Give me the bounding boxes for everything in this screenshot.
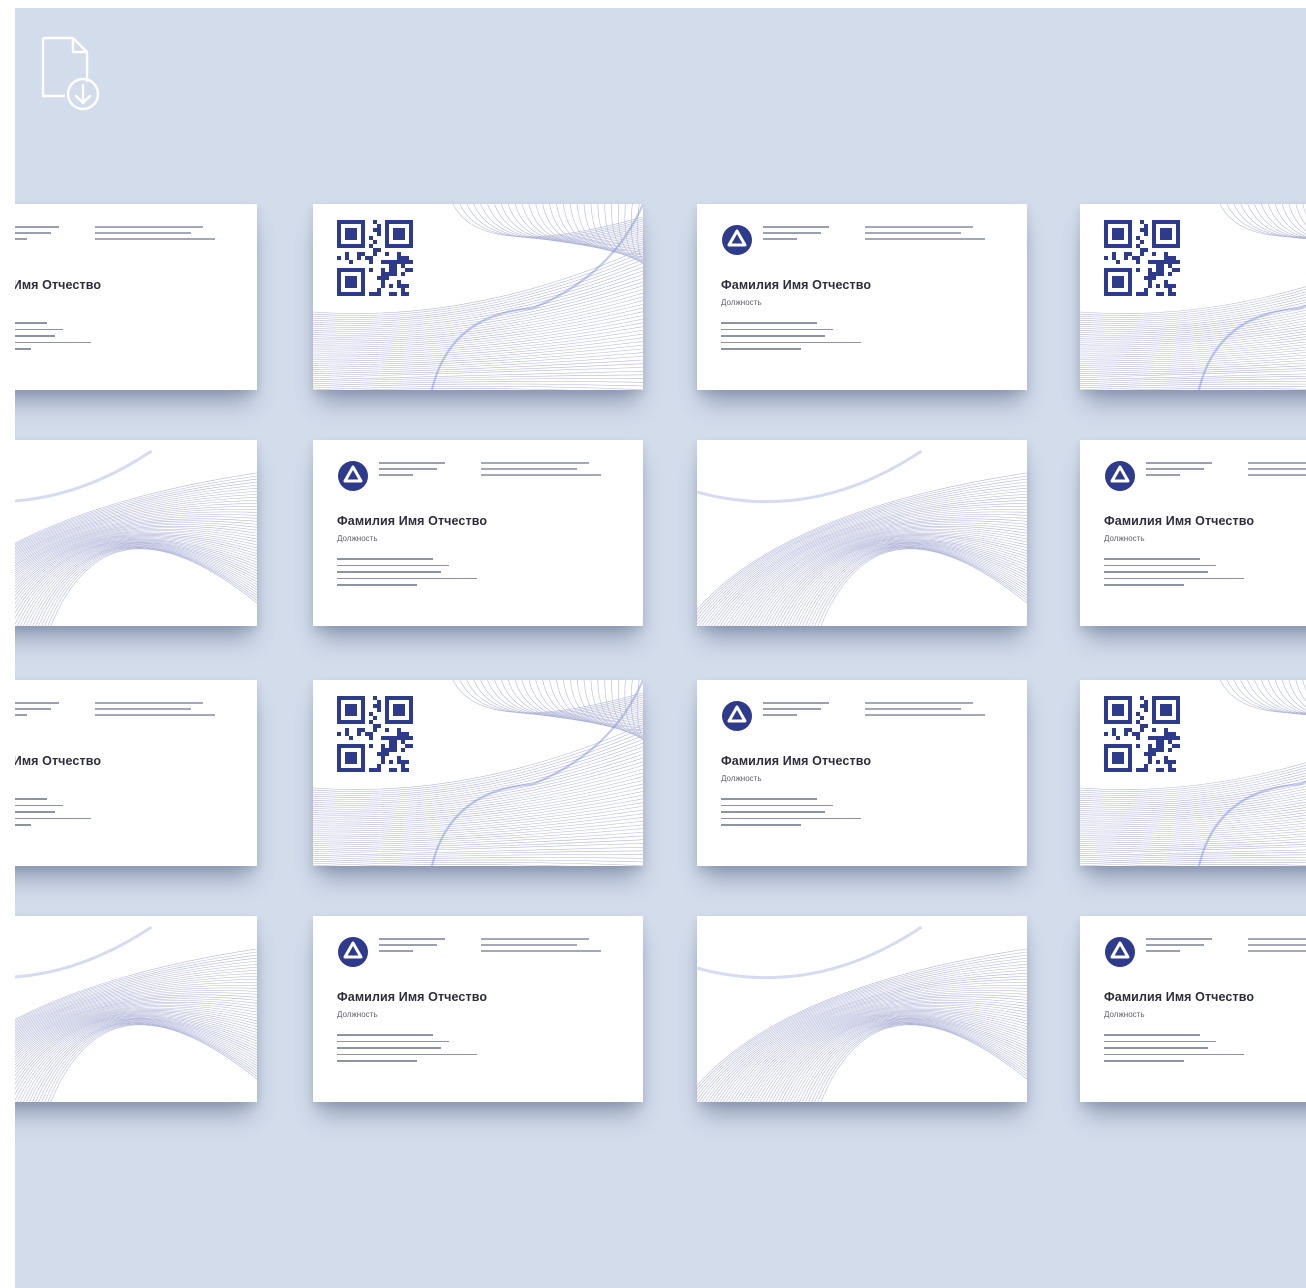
organization-subtitle (1248, 462, 1306, 480)
person-position: Должность (1104, 534, 1145, 543)
card-front: Фамилия Имя Отчество Должность (697, 680, 1027, 866)
contact-details (337, 1034, 477, 1067)
card-qr (313, 204, 643, 390)
contact-details (15, 798, 91, 831)
organization-name (1146, 938, 1212, 956)
card-front: Фамилия Имя Отчество Должность (313, 440, 643, 626)
company-logo (722, 225, 752, 255)
card-front: Фамилия Имя Отчество Должность (15, 680, 257, 866)
card-back (697, 916, 1027, 1102)
organization-name (15, 702, 59, 720)
qr-code (337, 220, 413, 296)
contact-details (721, 798, 861, 831)
person-name: Фамилия Имя Отчество (721, 278, 872, 292)
person-name: Фамилия Имя Отчество (1104, 990, 1255, 1004)
organization-subtitle (95, 702, 215, 720)
wave-pattern (697, 449, 1027, 626)
card-front: Фамилия Имя Отчество Должность (313, 916, 643, 1102)
organization-name (763, 226, 829, 244)
card-qr (1080, 204, 1306, 390)
qr-code (1104, 220, 1180, 296)
contact-details (337, 558, 477, 591)
card-front: Фамилия Имя Отчество Должность (1080, 440, 1306, 626)
download-button[interactable] (37, 34, 107, 116)
card-qr (313, 680, 643, 866)
company-logo (1105, 461, 1135, 491)
qr-code (1104, 696, 1180, 772)
organization-name (379, 462, 445, 480)
organization-subtitle (481, 462, 601, 480)
person-name: Фамилия Имя Отчество (721, 754, 872, 768)
card-front: Фамилия Имя Отчество Должность (697, 204, 1027, 390)
card-back (15, 916, 257, 1102)
company-logo (338, 461, 368, 491)
company-logo (338, 937, 368, 967)
person-name: Фамилия Имя Отчество (1104, 514, 1255, 528)
organization-subtitle (95, 226, 215, 244)
organization-name (379, 938, 445, 956)
wave-pattern (15, 449, 257, 626)
organization-name (1146, 462, 1212, 480)
card-front: Фамилия Имя Отчество Должность (1080, 916, 1306, 1102)
person-name: Фамилия Имя Отчество (337, 990, 488, 1004)
organization-name (763, 702, 829, 720)
wave-pattern (15, 925, 257, 1102)
person-position: Должность (337, 1010, 378, 1019)
person-name: Фамилия Имя Отчество (337, 514, 488, 528)
organization-subtitle (1248, 938, 1306, 956)
person-name: Фамилия Имя Отчество (15, 278, 102, 292)
card-front: Фамилия Имя Отчество Должность (15, 204, 257, 390)
file-download-icon (41, 36, 100, 111)
organization-subtitle (481, 938, 601, 956)
company-logo (722, 701, 752, 731)
mockup-canvas: Фамилия Имя Отчество Должность Фамилия И… (15, 8, 1306, 1288)
person-name: Фамилия Имя Отчество (15, 754, 102, 768)
organization-name (15, 226, 59, 244)
contact-details (15, 322, 91, 355)
person-position: Должность (721, 298, 762, 307)
person-position: Должность (337, 534, 378, 543)
company-logo (1105, 937, 1135, 967)
person-position: Должность (721, 774, 762, 783)
card-back (15, 440, 257, 626)
contact-details (721, 322, 861, 355)
contact-details (1104, 1034, 1244, 1067)
wave-pattern (697, 925, 1027, 1102)
card-qr (1080, 680, 1306, 866)
person-position: Должность (1104, 1010, 1145, 1019)
organization-subtitle (865, 702, 985, 720)
contact-details (1104, 558, 1244, 591)
card-back (697, 440, 1027, 626)
qr-code (337, 696, 413, 772)
organization-subtitle (865, 226, 985, 244)
